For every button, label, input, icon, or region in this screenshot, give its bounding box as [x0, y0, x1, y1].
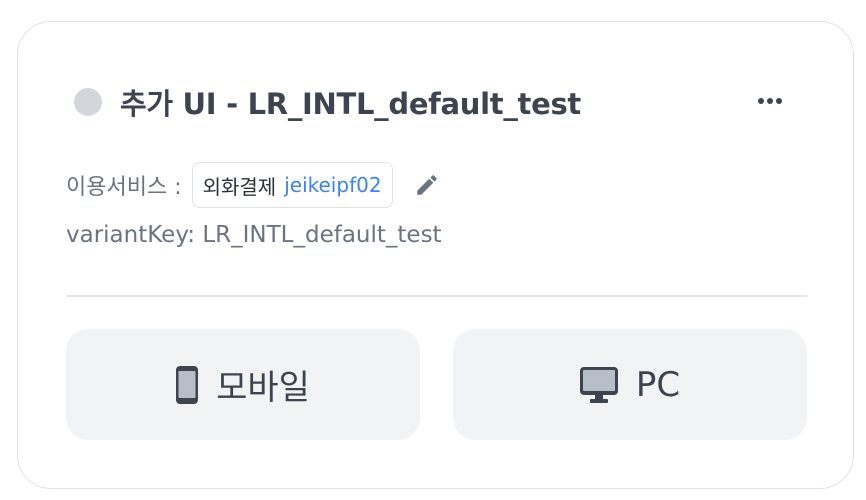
card-header: 추가 UI - LR_INTL_default_test [74, 82, 581, 122]
more-options-button[interactable] [746, 84, 794, 118]
variant-card: 추가 UI - LR_INTL_default_test 이용서비스 : 외화결… [17, 21, 854, 489]
pencil-icon [414, 172, 440, 198]
service-id: jeikeipf02 [284, 173, 382, 197]
service-chip[interactable]: 외화결제 jeikeipf02 [191, 162, 393, 208]
edit-service-button[interactable] [411, 169, 443, 201]
monitor-icon [579, 366, 618, 403]
variant-key: variantKey: LR_INTL_default_test [66, 222, 442, 248]
mobile-label: 모바일 [216, 368, 310, 408]
mobile-icon [176, 365, 199, 404]
pc-label: PC [635, 364, 681, 405]
service-name: 외화결제 [202, 174, 277, 199]
card-title: 추가 UI - LR_INTL_default_test [120, 87, 581, 121]
service-row: 이용서비스 : 외화결제 jeikeipf02 [66, 161, 443, 209]
mobile-button[interactable]: 모바일 [66, 329, 420, 440]
service-label: 이용서비스 : [66, 175, 182, 200]
status-indicator [74, 88, 102, 116]
pc-button[interactable]: PC [453, 329, 807, 440]
divider [66, 295, 807, 297]
more-horizontal-icon [757, 97, 783, 105]
